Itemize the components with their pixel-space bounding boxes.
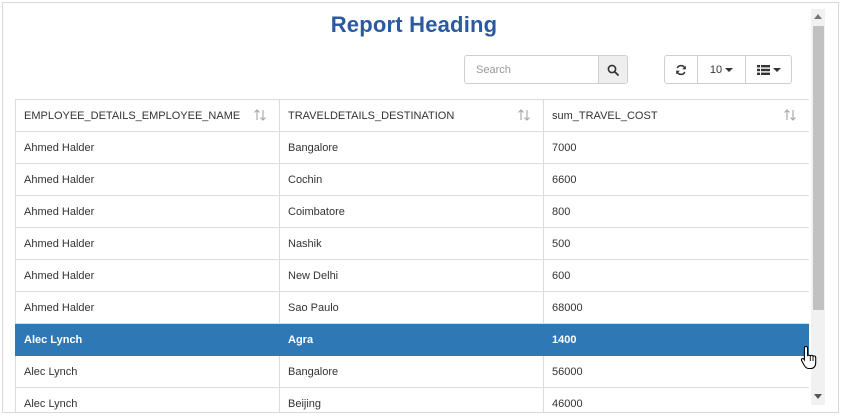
cell-destination: Sao Paulo <box>279 291 544 324</box>
column-header-travel-cost[interactable]: sum_TRAVEL_COST <box>543 99 809 132</box>
refresh-button[interactable] <box>664 55 698 84</box>
table-row[interactable]: Alec Lynch Bangalore 56000 <box>15 355 809 388</box>
cell-travel-cost: 7000 <box>543 131 809 164</box>
table-header-row: EMPLOYEE_DETAILS_EMPLOYEE_NAME TRAVELDET… <box>15 99 809 132</box>
sort-icon[interactable] <box>783 108 797 122</box>
data-table: EMPLOYEE_DETAILS_EMPLOYEE_NAME TRAVELDET… <box>15 99 809 412</box>
search-icon <box>607 64 619 76</box>
table-row[interactable]: Ahmed Halder Cochin 6600 <box>15 163 809 196</box>
cell-travel-cost: 600 <box>543 259 809 292</box>
cell-destination: Bangalore <box>279 355 544 388</box>
cell-employee-name: Ahmed Halder <box>15 291 280 324</box>
cell-destination: Cochin <box>279 163 544 196</box>
scrollbar-thumb[interactable] <box>813 26 824 310</box>
table-row[interactable]: Alec Lynch Beijing 46000 <box>15 387 809 412</box>
column-header-destination[interactable]: TRAVELDETAILS_DESTINATION <box>279 99 544 132</box>
cell-destination: Bangalore <box>279 131 544 164</box>
column-header-label: TRAVELDETAILS_DESTINATION <box>288 109 455 122</box>
cell-travel-cost: 1400 <box>543 323 809 356</box>
hand-pointer-cursor-icon <box>800 345 817 370</box>
cell-employee-name: Alec Lynch <box>15 323 280 356</box>
table-row[interactable]: Ahmed Halder Nashik 500 <box>15 227 809 260</box>
cell-travel-cost: 6600 <box>543 163 809 196</box>
table-row[interactable]: Ahmed Halder Sao Paulo 68000 <box>15 291 809 324</box>
caret-down-icon <box>772 67 781 72</box>
report-panel: Report Heading 10 <box>2 2 839 413</box>
search-group <box>464 55 628 84</box>
cell-travel-cost: 56000 <box>543 355 809 388</box>
refresh-icon <box>676 64 686 75</box>
table-toolbar: 10 <box>664 55 792 84</box>
cell-destination: Agra <box>279 323 544 356</box>
cell-travel-cost: 800 <box>543 195 809 228</box>
cell-employee-name: Ahmed Halder <box>15 195 280 228</box>
column-header-label: sum_TRAVEL_COST <box>552 109 658 122</box>
table-row[interactable]: Ahmed Halder New Delhi 600 <box>15 259 809 292</box>
report-heading: Report Heading <box>330 12 498 37</box>
table-row[interactable]: Ahmed Halder Coimbatore 800 <box>15 195 809 228</box>
cell-travel-cost: 68000 <box>543 291 809 324</box>
search-button[interactable] <box>598 55 628 84</box>
cell-destination: Coimbatore <box>279 195 544 228</box>
cell-employee-name: Ahmed Halder <box>15 259 280 292</box>
page-size-dropdown[interactable]: 10 <box>697 55 746 84</box>
page-size-value: 10 <box>709 63 723 76</box>
scroll-down-arrow-icon[interactable] <box>814 394 822 399</box>
cell-employee-name: Alec Lynch <box>15 355 280 388</box>
caret-down-icon <box>725 67 734 72</box>
data-table-container: EMPLOYEE_DETAILS_EMPLOYEE_NAME TRAVELDET… <box>15 99 809 412</box>
list-columns-icon <box>756 64 770 75</box>
search-input[interactable] <box>464 55 598 84</box>
columns-dropdown[interactable] <box>745 55 792 84</box>
cell-destination: Beijing <box>279 387 544 412</box>
cell-travel-cost: 46000 <box>543 387 809 412</box>
column-header-employee-name[interactable]: EMPLOYEE_DETAILS_EMPLOYEE_NAME <box>15 99 280 132</box>
cell-employee-name: Ahmed Halder <box>15 227 280 260</box>
cell-destination: Nashik <box>279 227 544 260</box>
cell-destination: New Delhi <box>279 259 544 292</box>
cell-employee-name: Ahmed Halder <box>15 163 280 196</box>
sort-icon[interactable] <box>517 108 531 122</box>
cell-employee-name: Ahmed Halder <box>15 131 280 164</box>
scroll-up-arrow-icon[interactable] <box>814 14 822 19</box>
table-row-selected[interactable]: Alec Lynch Agra 1400 <box>15 323 809 356</box>
table-row[interactable]: Ahmed Halder Bangalore 7000 <box>15 131 809 164</box>
cell-employee-name: Alec Lynch <box>15 387 280 412</box>
column-header-label: EMPLOYEE_DETAILS_EMPLOYEE_NAME <box>24 109 241 122</box>
sort-icon[interactable] <box>253 108 267 122</box>
cell-travel-cost: 500 <box>543 227 809 260</box>
